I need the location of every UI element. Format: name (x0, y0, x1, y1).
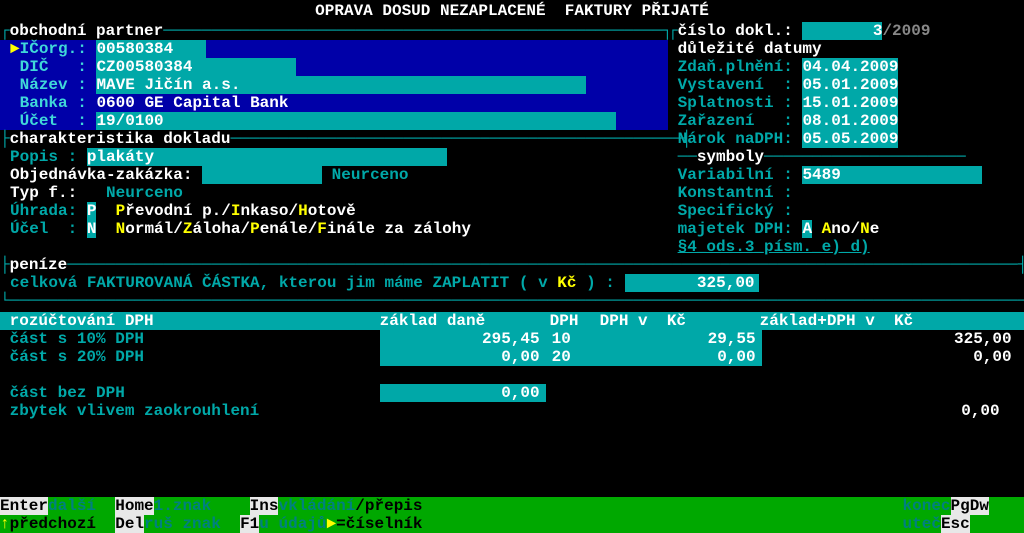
icorg-label: IČorg.: (20, 40, 87, 58)
obj-value: Neurceno (332, 166, 409, 184)
section-dates: důležité datumy (678, 40, 822, 58)
footer-bar: Enterdalší Home1.znak Insvkládání/přepis… (0, 497, 1024, 533)
zdan-label: Zdaň.plnění: (678, 58, 793, 76)
section-char: charakteristika dokladu (10, 130, 231, 148)
vyst-field[interactable]: 05.01.2009 (802, 76, 898, 94)
narok-label: Nárok naDPH: (678, 130, 793, 148)
obj-code[interactable] (202, 166, 322, 184)
ucel-field[interactable]: N (87, 220, 97, 238)
dph-row-round: zbytek vlivem zaokrouhlení 0,00 (0, 402, 1024, 420)
banka-field: 0600 GE Capital Bank (96, 94, 288, 112)
key-f1[interactable]: F1 (240, 515, 259, 533)
popis-field[interactable]: plakáty (87, 148, 447, 166)
popis-label: Popis : (10, 148, 77, 166)
obj-label: Objednávka-zakázka: (10, 166, 192, 184)
r1-rate[interactable]: 10 (546, 330, 596, 348)
narok-field[interactable]: 05.05.2009 (802, 130, 898, 148)
r1-dph[interactable]: 29,55 (596, 330, 762, 348)
dic-field[interactable]: CZ00580384 (96, 58, 296, 76)
key-pgdw[interactable]: PgDw (951, 497, 989, 515)
dph-row-20: část s 20% DPH0,00200,000,00 (0, 348, 1024, 366)
spec-label: Specifický : (678, 202, 793, 220)
r2-rate[interactable]: 20 (546, 348, 596, 366)
section-partner: obchodní partner (10, 22, 164, 40)
uhrada-label: Úhrada: (10, 202, 77, 220)
icorg-field[interactable]: 00580384 (96, 40, 206, 58)
ucet-label: Účet : (20, 112, 87, 130)
var-field[interactable]: 5489 (802, 166, 982, 184)
dph-row-10: část s 10% DPH295,451029,55325,00 (0, 330, 1024, 348)
uhrada-field[interactable]: P (87, 202, 97, 220)
banka-label: Banka : (20, 94, 87, 112)
key-del[interactable]: Del (115, 515, 144, 533)
par-link[interactable]: §4_ods.3_písm._e)_d) (678, 238, 870, 256)
splat-field[interactable]: 15.01.2009 (802, 94, 898, 112)
zdan-field[interactable]: 04.04.2009 (802, 58, 898, 76)
doc-num[interactable]: 3 (802, 22, 882, 40)
kon-label: Konstantní : (678, 184, 793, 202)
total-label: celková FAKTUROVANÁ ČÁSTKA, kterou jim m… (10, 274, 557, 292)
r3-base[interactable]: 0,00 (380, 384, 546, 402)
key-esc[interactable]: Esc (941, 515, 970, 533)
key-up[interactable]: ↑ (0, 515, 10, 533)
typ-label: Typ f.: (10, 184, 77, 202)
r2-base[interactable]: 0,00 (380, 348, 546, 366)
dic-label: DIČ : (20, 58, 87, 76)
doc-year: /2009 (882, 22, 930, 40)
key-enter[interactable]: Enter (0, 497, 48, 515)
vyst-label: Vystavení : (678, 76, 793, 94)
total-field[interactable]: 325,00 (625, 274, 759, 292)
dph-row-none: část bez DPH0,00 (0, 384, 1024, 402)
page-title: OPRAVA DOSUD NEZAPLACENÉ FAKTURY PŘIJATÉ (0, 0, 1024, 22)
section-symbols: symboly (697, 148, 764, 166)
doc-label: číslo dokl.: (678, 22, 793, 40)
typ-value: Neurceno (106, 184, 183, 202)
var-label: Variabilní : (678, 166, 793, 184)
zaraz-label: Zařazení : (678, 112, 793, 130)
r1-base[interactable]: 295,45 (380, 330, 546, 348)
r2-dph[interactable]: 0,00 (596, 348, 762, 366)
maj-label: majetek DPH: (678, 220, 793, 238)
section-money: peníze (10, 256, 68, 274)
nazev-label: Název : (20, 76, 87, 94)
splat-label: Splatnosti : (678, 94, 793, 112)
ucel-label: Účel : (10, 220, 77, 238)
dph-header-row: rozúčtování DPHzáklad daněDPHDPH v Kčzák… (0, 312, 1024, 330)
zaraz-field[interactable]: 08.01.2009 (802, 112, 898, 130)
key-ins[interactable]: Ins (250, 497, 279, 515)
ucet-field[interactable]: 19/0100 (96, 112, 616, 130)
key-home[interactable]: Home (115, 497, 153, 515)
nazev-field[interactable]: MAVE Jičín a.s. (96, 76, 586, 94)
maj-field[interactable]: A (802, 220, 812, 238)
